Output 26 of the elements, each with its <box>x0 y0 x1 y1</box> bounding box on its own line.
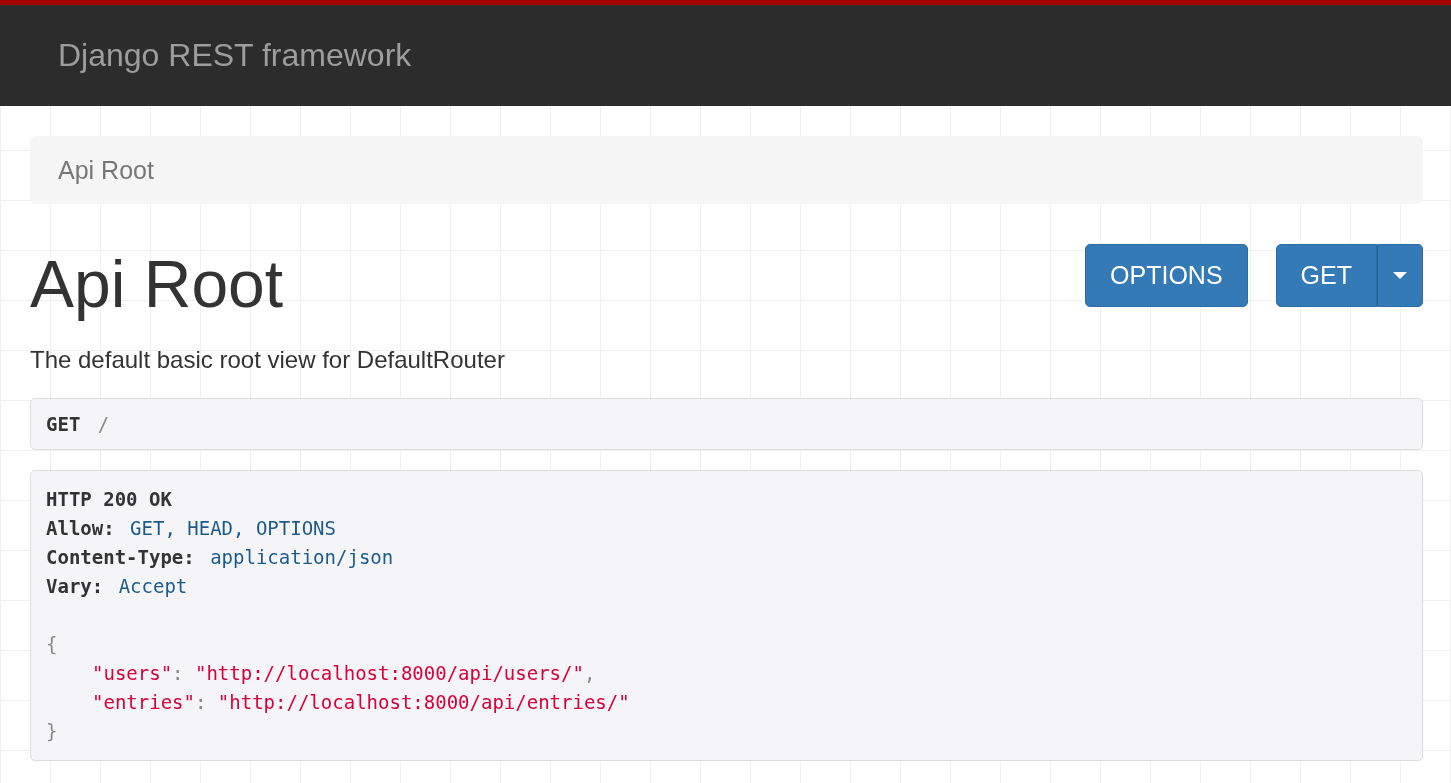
json-url-value[interactable]: "http://localhost:8000/api/users/" <box>195 662 584 684</box>
json-colon: : <box>172 662 184 684</box>
brand-link[interactable]: Django REST framework <box>58 37 412 74</box>
json-key: "entries" <box>92 691 195 713</box>
get-button[interactable]: GET <box>1275 244 1377 307</box>
header-name: Allow: <box>46 517 115 539</box>
json-comma: , <box>583 662 596 684</box>
response-status: HTTP 200 OK <box>46 488 172 510</box>
json-brace: } <box>46 720 58 742</box>
caret-icon <box>1393 271 1407 280</box>
page-description: The default basic root view for DefaultRouter <box>30 346 506 374</box>
dropdown-toggle[interactable] <box>1377 244 1423 307</box>
request-method: GET <box>46 413 81 435</box>
json-brace: { <box>46 633 58 655</box>
request-path[interactable]: / <box>97 413 110 435</box>
header-name: Content-Type: <box>46 546 195 568</box>
header-value: GET, HEAD, OPTIONS <box>130 517 336 539</box>
options-button[interactable]: OPTIONS <box>1085 244 1248 307</box>
header-value: application/json <box>210 546 394 568</box>
json-key: "users" <box>92 662 173 684</box>
page-title: Api Root <box>30 246 284 322</box>
breadcrumb-item[interactable]: Api Root <box>58 155 154 185</box>
header-value: Accept <box>118 575 188 597</box>
json-colon: : <box>194 691 207 713</box>
header-name: Vary: <box>46 575 104 597</box>
json-url-value[interactable]: "http://localhost:8000/api/entries/" <box>217 691 630 713</box>
